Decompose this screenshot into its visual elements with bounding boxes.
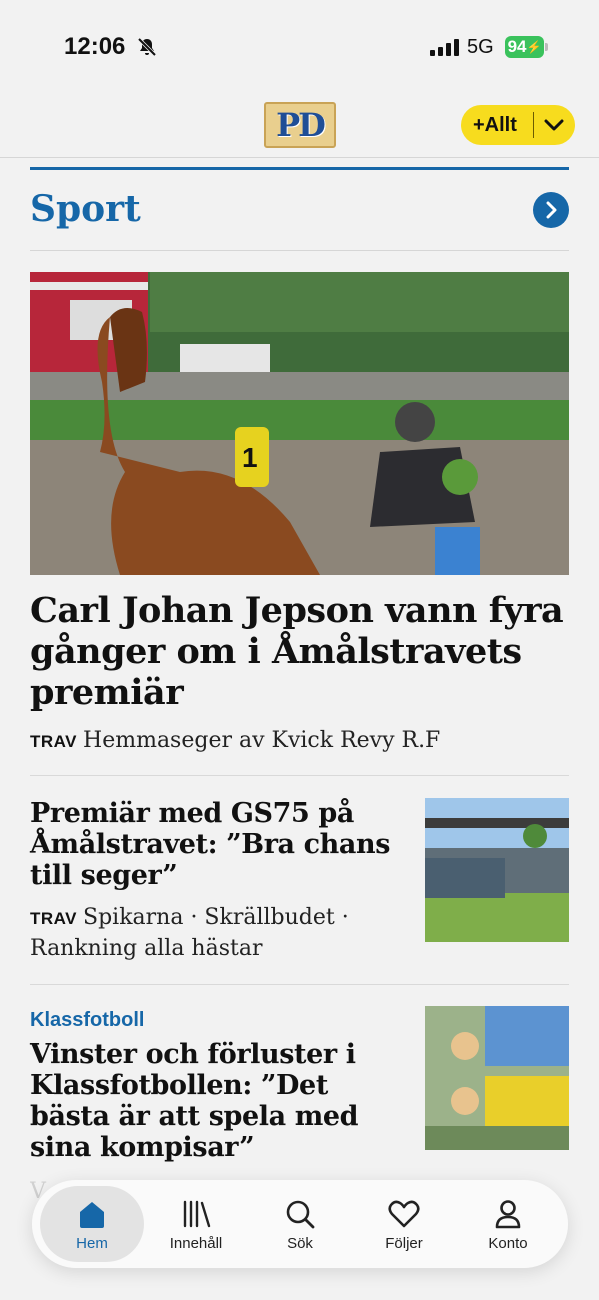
search-icon (283, 1197, 317, 1231)
article-tag: TRAV (30, 909, 78, 928)
network-type: 5G (467, 36, 494, 58)
nav-label: Konto (488, 1234, 528, 1252)
allt-label: +Allt (473, 113, 517, 136)
article-teaser-text: Hemmaseger av Kvick Revy R.F (83, 728, 441, 753)
status-bar: 12:06 5G 94 ⚡ (0, 0, 599, 92)
bell-muted-icon (137, 37, 157, 57)
nav-label: Hem (76, 1234, 108, 1252)
nav-item-konto[interactable]: Konto (456, 1186, 560, 1262)
nav-label: Följer (385, 1234, 423, 1252)
article-headline[interactable]: Premiär med GS75 på Åmålstravet: ”Bra ch… (30, 798, 415, 891)
article-divider (30, 775, 569, 776)
chevron-right-icon[interactable] (533, 192, 569, 228)
article-thumbnail[interactable] (425, 798, 569, 942)
battery-nub (545, 43, 548, 51)
nav-item-sok[interactable]: Sök (248, 1186, 352, 1262)
pd-logo[interactable]: PD (264, 102, 336, 148)
article-teaser-text: Spikarna · Skrällbudet · Rankning alla h… (30, 905, 349, 961)
section-title[interactable]: Sport (30, 188, 141, 230)
hero-image[interactable]: 1 (30, 272, 569, 575)
battery-icon: 94 ⚡ (505, 36, 544, 58)
person-icon (491, 1197, 525, 1231)
status-time: 12:06 (64, 33, 126, 60)
signal-icon (430, 39, 459, 56)
home-icon (75, 1197, 109, 1231)
section-divider (30, 250, 569, 251)
library-icon (179, 1197, 213, 1231)
article-headline[interactable]: Vinster och förluster i Klassfotbollen: … (30, 1039, 415, 1163)
article-teaser: TRAV Spikarna · Skrällbudet · Rankning al… (30, 903, 415, 964)
nav-label: Innehåll (169, 1234, 223, 1252)
article-kicker[interactable]: Klassfotboll (30, 1009, 144, 1032)
article-tag: TRAV (30, 732, 78, 751)
section-rule (30, 167, 569, 170)
article-divider (30, 984, 569, 985)
nav-item-foljer[interactable]: Följer (352, 1186, 456, 1262)
nav-item-innehall[interactable]: Innehåll (144, 1186, 248, 1262)
nav-item-hem[interactable]: Hem (40, 1186, 144, 1262)
allt-button[interactable]: +Allt (461, 105, 575, 145)
article-headline[interactable]: Carl Johan Jepson vann fyra gånger om i … (30, 590, 570, 713)
battery-level: 94 (507, 37, 527, 56)
nav-label: Sök (287, 1234, 313, 1252)
bottom-nav: Hem Innehåll Sök Följer Konto (32, 1180, 568, 1268)
logo-text: PD (276, 106, 326, 144)
article-thumbnail[interactable] (425, 1006, 569, 1150)
heart-icon (387, 1197, 421, 1231)
svg-text:1: 1 (242, 442, 258, 473)
chevron-down-icon[interactable] (534, 118, 574, 132)
app-header: PD +Allt (0, 92, 599, 158)
article-teaser: TRAV Hemmaseger av Kvick Revy R.F (30, 726, 570, 757)
